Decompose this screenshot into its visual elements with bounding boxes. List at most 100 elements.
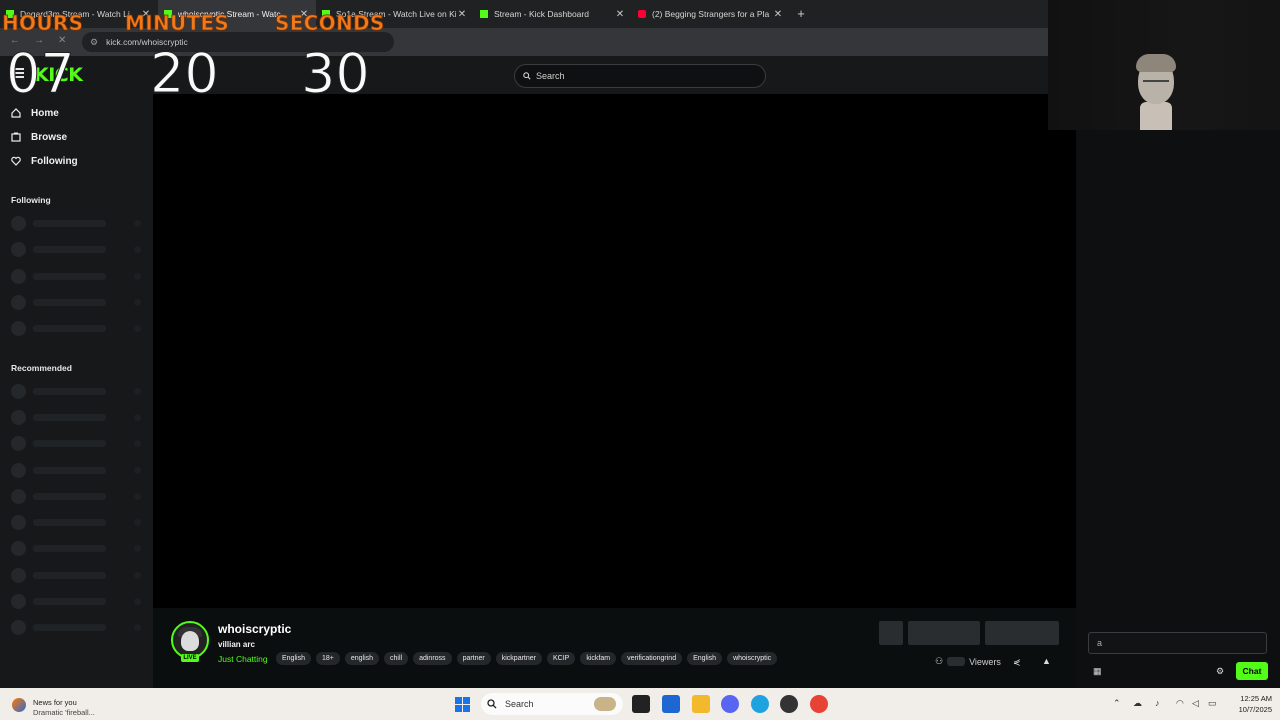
tag[interactable]: english: [344, 652, 380, 665]
chat-panel: [1076, 130, 1280, 688]
sidebar: Home Browse Following Following Recommen…: [0, 94, 153, 688]
heart-icon: [11, 156, 21, 166]
tag[interactable]: kickpartner: [495, 652, 542, 665]
site-settings-icon[interactable]: ⚙: [90, 37, 98, 48]
tag[interactable]: 18+: [315, 652, 340, 665]
home-icon: [11, 108, 21, 118]
weather-news-icon: [12, 698, 26, 712]
sidebar-item-following[interactable]: Following: [11, 153, 78, 169]
loading-button-placeholder: [985, 621, 1059, 645]
minutes-value: 20: [150, 42, 220, 106]
windows-taskbar: News for you Dramatic 'fireball... Searc…: [0, 688, 1280, 720]
obs-icon[interactable]: [780, 695, 798, 713]
tag[interactable]: English: [276, 652, 311, 665]
chrome-icon[interactable]: [810, 695, 828, 713]
loading-channel-placeholder: [11, 269, 146, 284]
microphone-icon[interactable]: ♪: [1155, 698, 1160, 708]
loading-channel-placeholder: [11, 295, 146, 310]
loading-channel-placeholder: [11, 594, 146, 609]
volume-icon[interactable]: ◁: [1192, 698, 1199, 709]
task-view-icon[interactable]: [632, 695, 650, 713]
browse-icon: [11, 132, 21, 142]
news-title: News for you: [33, 698, 77, 707]
discord-icon[interactable]: [721, 695, 739, 713]
loading-channel-placeholder: [11, 321, 146, 336]
store-icon[interactable]: ▦: [1093, 666, 1102, 677]
loading-button-placeholder: [908, 621, 980, 645]
tag[interactable]: English: [687, 652, 723, 665]
loading-channel-placeholder: [11, 410, 146, 425]
report-icon[interactable]: ▲: [1042, 656, 1051, 666]
taskbar-search[interactable]: Search: [481, 693, 623, 715]
tag[interactable]: KCIP: [546, 652, 576, 665]
channel-name[interactable]: whoiscryptic: [218, 622, 291, 636]
taskbar-clock[interactable]: 12:25 AM 10/7/2025: [1226, 693, 1272, 715]
hours-label: HOURS: [2, 11, 84, 36]
sidebar-item-label: Home: [31, 107, 59, 119]
tag[interactable]: verificationgrind: [621, 652, 683, 665]
search-icon: [487, 699, 497, 709]
loading-channel-placeholder: [11, 620, 146, 635]
loading-channel-placeholder: [11, 541, 146, 556]
sidebar-item-home[interactable]: Home: [11, 105, 59, 121]
loading-channel-placeholder: [11, 463, 146, 478]
loading-channel-placeholder: [11, 436, 146, 451]
wifi-icon[interactable]: ◠: [1176, 698, 1184, 709]
tray-overflow-icon[interactable]: ⌃: [1113, 698, 1121, 709]
close-tab-icon[interactable]: ✕: [772, 9, 784, 20]
sidebar-item-browse[interactable]: Browse: [11, 129, 67, 145]
sidebar-item-label: Following: [31, 155, 78, 167]
live-badge: LIVE: [181, 654, 199, 662]
clock-date: 10/7/2025: [1238, 705, 1272, 714]
viewers-icon: ⚇: [935, 656, 944, 666]
webcam-overlay: [1048, 0, 1280, 130]
loading-channel-placeholder: [11, 242, 146, 257]
store-app-icon[interactable]: [662, 695, 680, 713]
onedrive-icon[interactable]: ☁: [1133, 698, 1142, 709]
tag[interactable]: partner: [456, 652, 491, 665]
loading-channel-placeholder: [11, 216, 146, 231]
search-input[interactable]: Search: [514, 64, 766, 88]
hours-value: 07: [6, 42, 76, 106]
stream-title: villian arc: [218, 640, 255, 649]
tab-title: (2) Begging Strangers for a Pla: [652, 9, 770, 19]
new-tab-button[interactable]: +: [790, 0, 812, 28]
clock-time: 12:25 AM: [1240, 694, 1272, 703]
tag[interactable]: whoiscryptic: [727, 652, 778, 665]
news-subtitle: Dramatic 'fireball...: [33, 708, 95, 717]
close-tab-icon[interactable]: ✕: [456, 9, 468, 20]
search-icon: [523, 72, 531, 80]
chat-message-input[interactable]: a: [1088, 632, 1267, 654]
browser-tab[interactable]: (2) Begging Strangers for a Pla ✕: [632, 0, 790, 28]
file-explorer-icon[interactable]: [692, 695, 710, 713]
taskbar-search-label: Search: [505, 699, 534, 709]
loading-channel-placeholder: [11, 515, 146, 530]
share-icon[interactable]: ⋞: [1013, 657, 1021, 668]
gear-icon[interactable]: ⚙: [1216, 666, 1224, 677]
loading-button-placeholder: [879, 621, 903, 645]
search-highlight-icon: [593, 697, 616, 711]
browser-tab[interactable]: Stream - Kick Dashboard ✕: [474, 0, 632, 28]
minutes-label: MINUTES: [125, 11, 230, 36]
recommended-section-title: Recommended: [11, 363, 72, 373]
loading-channel-placeholder: [11, 384, 146, 399]
news-widget[interactable]: News for you Dramatic 'fireball...: [12, 693, 112, 717]
sidebar-item-label: Browse: [31, 131, 68, 143]
loading-channel-placeholder: [11, 489, 146, 504]
kick-favicon-icon: [480, 10, 488, 18]
seconds-label: SECONDS: [275, 11, 385, 36]
tag[interactable]: adinross: [413, 652, 452, 665]
edge-icon[interactable]: [751, 695, 769, 713]
loading-channel-placeholder: [11, 568, 146, 583]
following-section-title: Following: [11, 195, 51, 205]
windows-start-icon[interactable]: [455, 697, 470, 712]
youtube-favicon-icon: [638, 10, 646, 18]
tag[interactable]: kickfam: [580, 652, 617, 665]
category-link[interactable]: Just Chatting: [218, 654, 268, 664]
tag[interactable]: chill: [384, 652, 409, 665]
chat-send-button[interactable]: Chat: [1236, 662, 1268, 680]
close-tab-icon[interactable]: ✕: [614, 9, 626, 20]
battery-icon[interactable]: ▭: [1208, 698, 1217, 709]
seconds-value: 30: [301, 42, 371, 106]
video-player[interactable]: [153, 94, 1076, 608]
